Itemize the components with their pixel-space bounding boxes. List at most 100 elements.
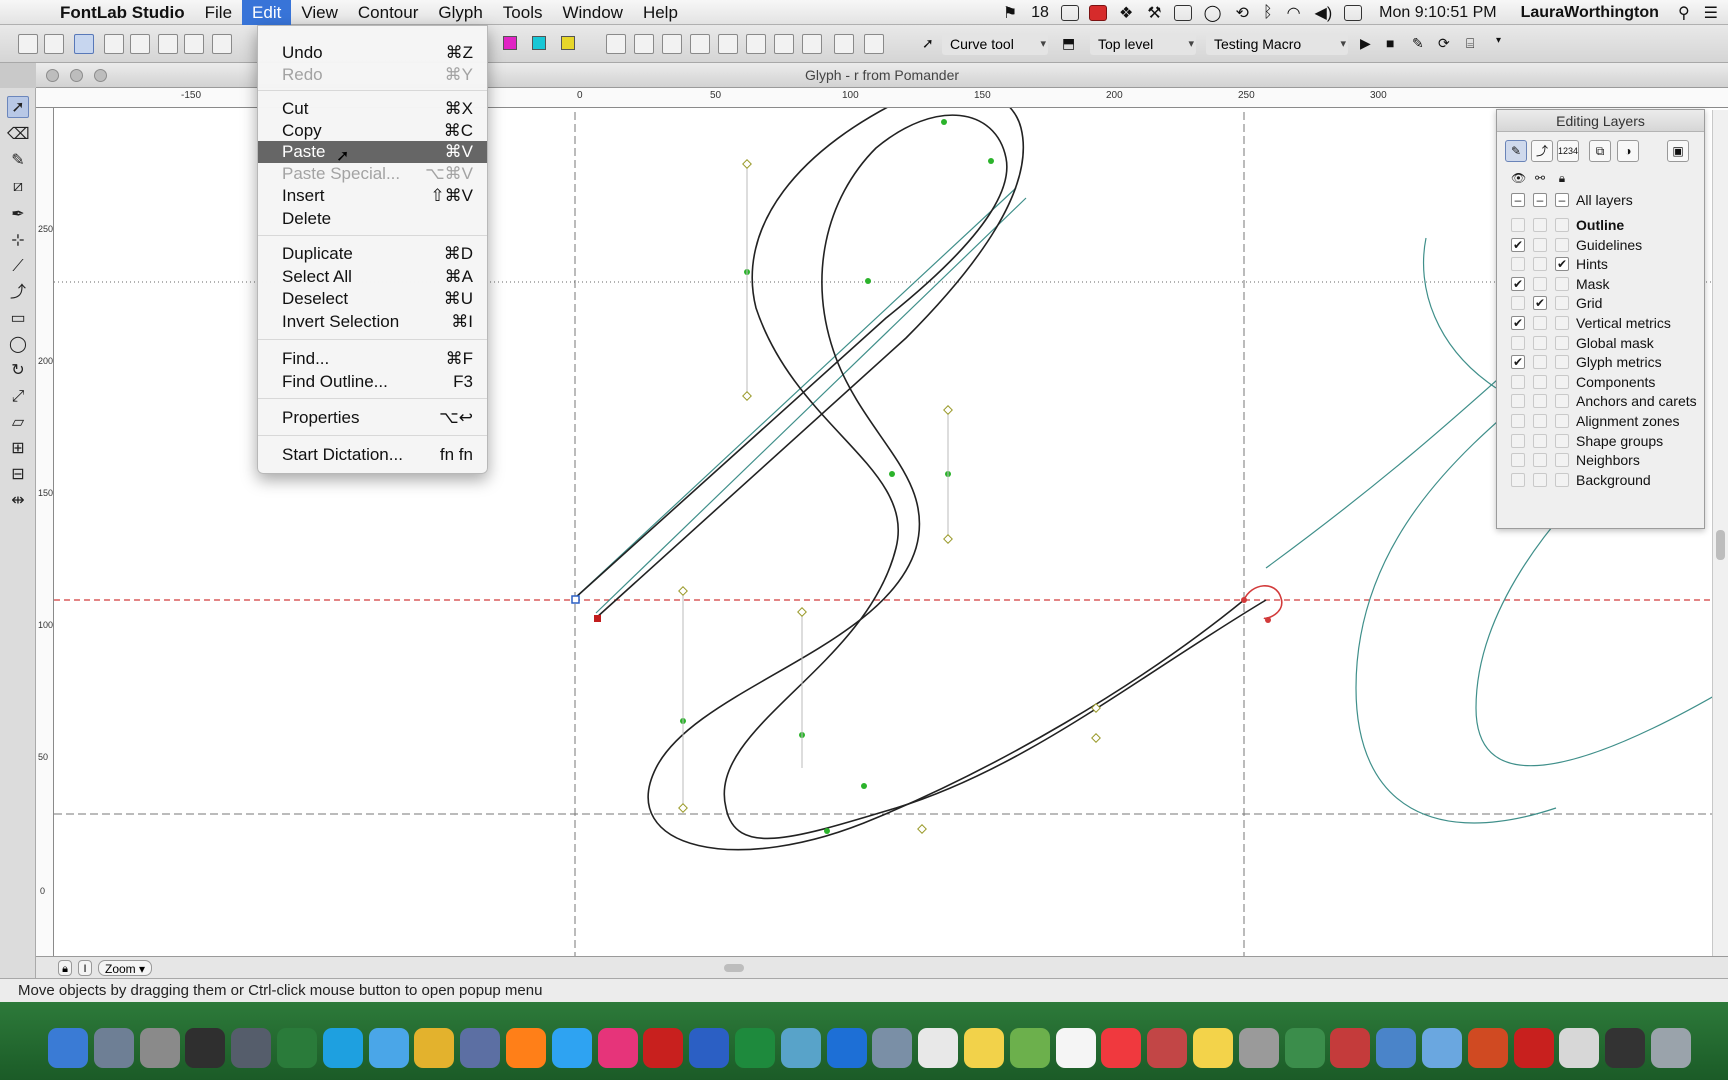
- knife-tool-icon[interactable]: ⟋: [7, 256, 29, 278]
- volume-icon[interactable]: ◀): [1308, 3, 1340, 23]
- terminal-dock-icon[interactable]: [1605, 1028, 1646, 1068]
- chrome-dock-icon[interactable]: [414, 1028, 455, 1068]
- layer-row-neighbors[interactable]: Neighbors: [1509, 451, 1704, 470]
- layer-visible-checkbox[interactable]: [1511, 394, 1525, 409]
- layer-row-shape-groups[interactable]: Shape groups: [1509, 432, 1704, 451]
- layer-visible-checkbox[interactable]: [1511, 433, 1525, 448]
- layer-visible-checkbox[interactable]: [1511, 374, 1525, 389]
- play-macro-icon[interactable]: ▶: [1360, 35, 1371, 52]
- preview-dock-icon[interactable]: [872, 1028, 913, 1068]
- tool-icon[interactable]: ⚒: [1140, 3, 1168, 23]
- scale-tool-icon[interactable]: ⤢: [7, 386, 29, 408]
- acrobat-reader-dock-icon[interactable]: [1513, 1028, 1554, 1068]
- layer-lock-checkbox[interactable]: [1533, 414, 1547, 428]
- coda-dock-icon[interactable]: [1284, 1028, 1325, 1068]
- layer-visible-checkbox[interactable]: ✔: [1511, 237, 1525, 252]
- menu-item-cut[interactable]: Cut ⌘X: [258, 98, 487, 120]
- transform-tool-3[interactable]: [662, 34, 682, 54]
- itunes-dock-icon[interactable]: [1101, 1028, 1142, 1068]
- rotate-tool-icon[interactable]: ↻: [7, 360, 29, 382]
- layer-snap-checkbox[interactable]: [1555, 472, 1569, 487]
- wifi-icon[interactable]: ◠: [1280, 3, 1308, 23]
- menu-contour[interactable]: Contour: [348, 0, 428, 25]
- layer-visible-checkbox[interactable]: [1511, 335, 1525, 350]
- rectangle-tool-icon[interactable]: ▭: [7, 308, 29, 330]
- menu-item-select-all[interactable]: Select All ⌘A: [258, 266, 487, 288]
- screens-icon[interactable]: [1173, 4, 1192, 21]
- toolbar-tool-8[interactable]: [212, 34, 232, 54]
- parallels-dock-icon[interactable]: [1330, 1028, 1371, 1068]
- canvas-vertical-scrollbar[interactable]: [1712, 110, 1728, 956]
- measure-tool-icon[interactable]: ⊞: [7, 438, 29, 460]
- layer-row-anchors-and-carets[interactable]: Anchors and carets: [1509, 392, 1704, 411]
- layer-row-background[interactable]: Background: [1509, 471, 1704, 490]
- all-visible-toggle[interactable]: –: [1511, 193, 1525, 207]
- menu-item-find[interactable]: Find... ⌘F: [258, 348, 487, 370]
- tray-count[interactable]: 18: [1024, 4, 1056, 22]
- layer-snap-checkbox[interactable]: [1555, 374, 1569, 389]
- yellow-swatch[interactable]: [561, 36, 575, 50]
- toolbar-tool-4[interactable]: [104, 34, 124, 54]
- slant-tool-icon[interactable]: ▱: [7, 412, 29, 434]
- zoom-window-button[interactable]: [94, 69, 107, 82]
- ellipse-tool-icon[interactable]: ◯: [7, 334, 29, 356]
- layer-row-alignment-zones[interactable]: Alignment zones: [1509, 412, 1704, 431]
- info-icon[interactable]: I: [78, 960, 92, 976]
- safari-dock-icon[interactable]: [826, 1028, 867, 1068]
- menu-item-deselect[interactable]: Deselect ⌘U: [258, 288, 487, 310]
- checklist-icon[interactable]: [1060, 4, 1079, 21]
- menu-item-insert[interactable]: Insert ⇧⌘V: [258, 185, 487, 207]
- layer-row-mask[interactable]: ✔ Mask: [1509, 275, 1704, 294]
- vertical-scroll-thumb[interactable]: [1716, 530, 1725, 560]
- red-app-icon[interactable]: [1088, 4, 1107, 21]
- toolbar-tool-1[interactable]: [18, 34, 38, 54]
- layer-lock-checkbox[interactable]: [1533, 472, 1547, 487]
- toolbar-tool-7[interactable]: [184, 34, 204, 54]
- menu-view[interactable]: View: [291, 0, 348, 25]
- all-lock-toggle[interactable]: –: [1555, 193, 1569, 207]
- unarchiver-dock-icon[interactable]: [1147, 1028, 1188, 1068]
- eraser-tool-icon[interactable]: ⌫: [7, 124, 30, 146]
- system-preferences-dock-icon[interactable]: [139, 1028, 180, 1068]
- menu-item-paste[interactable]: Paste ⌘V: [258, 141, 487, 163]
- panel-options-icon[interactable]: ▣: [1667, 140, 1689, 162]
- dashboard-dock-icon[interactable]: [185, 1028, 226, 1068]
- layer-lock-checkbox[interactable]: [1533, 374, 1547, 389]
- layer-lock-checkbox[interactable]: [1533, 316, 1547, 330]
- chat-icon[interactable]: ◯: [1197, 3, 1229, 23]
- layer-lock-checkbox[interactable]: [1533, 257, 1547, 272]
- stickies-dock-icon[interactable]: [1193, 1028, 1233, 1068]
- time-machine-icon[interactable]: ⟲: [1229, 3, 1256, 23]
- zoom-dropdown[interactable]: Zoom ▾: [98, 960, 153, 976]
- layer-row-hints[interactable]: ✔ Hints: [1509, 255, 1704, 274]
- edit-macro-icon[interactable]: ✎: [1412, 35, 1424, 52]
- cyan-swatch[interactable]: [532, 36, 546, 50]
- battery-icon[interactable]: [1344, 4, 1363, 21]
- calculator-dock-icon[interactable]: [1238, 1028, 1279, 1068]
- toolbar-tool-5[interactable]: [130, 34, 150, 54]
- scrivener-dock-icon[interactable]: [277, 1028, 317, 1068]
- bluetooth-icon[interactable]: ᛒ: [1256, 4, 1280, 22]
- lock-icon[interactable]: 🔒︎: [58, 960, 72, 976]
- toolbar-tool-3[interactable]: [74, 34, 94, 54]
- messages-dock-icon[interactable]: [368, 1028, 409, 1068]
- mail-dock-icon[interactable]: [460, 1028, 501, 1068]
- menu-item-delete[interactable]: Delete: [258, 208, 487, 230]
- layer-row-glyph-metrics[interactable]: ✔ Glyph metrics: [1509, 353, 1704, 372]
- tool-dropdown[interactable]: Curve tool: [942, 33, 1048, 55]
- photoshop-dock-icon[interactable]: [551, 1028, 592, 1068]
- menu-item-copy[interactable]: Copy ⌘C: [258, 120, 487, 142]
- spotlight-icon[interactable]: ⚲: [1671, 3, 1697, 23]
- layer-snap-checkbox[interactable]: [1555, 335, 1569, 350]
- editing-layers-title[interactable]: Editing Layers: [1497, 110, 1704, 132]
- pointer-tool-icon[interactable]: ➚: [7, 96, 29, 118]
- menu-item-redo[interactable]: Redo ⌘Y: [258, 64, 487, 86]
- layer-visible-checkbox[interactable]: ✔: [1511, 355, 1525, 370]
- toolbar-overflow-icon[interactable]: ▾: [1496, 35, 1501, 46]
- menu-item-invert-selection[interactable]: Invert Selection ⌘I: [258, 311, 487, 333]
- layer-snap-checkbox[interactable]: [1555, 414, 1569, 428]
- magenta-swatch[interactable]: [503, 36, 517, 50]
- layer-row-vertical-metrics[interactable]: ✔ Vertical metrics: [1509, 314, 1704, 333]
- transform-tool-6[interactable]: [746, 34, 766, 54]
- transform-tool-10[interactable]: [864, 34, 884, 54]
